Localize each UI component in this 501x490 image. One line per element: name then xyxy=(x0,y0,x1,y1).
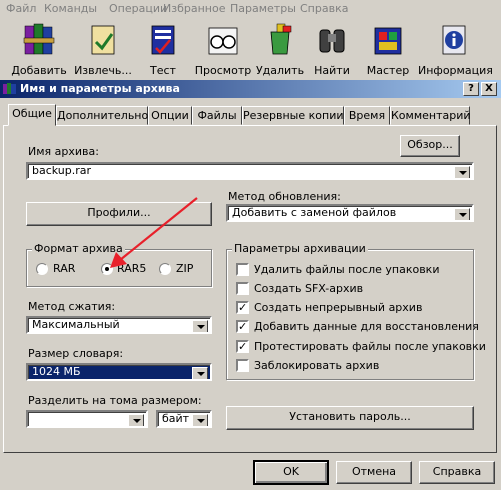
archive-name-dropdown[interactable] xyxy=(454,166,470,178)
ok-button[interactable]: OK xyxy=(253,460,329,485)
dictionary-dropdown[interactable] xyxy=(192,367,208,379)
split-unit-dropdown[interactable] xyxy=(192,414,208,426)
compression-select[interactable]: Максимальный xyxy=(26,316,212,334)
menu-options[interactable]: Параметры xyxy=(230,2,296,15)
dictionary-label: Размер словаря: xyxy=(28,347,124,360)
delete-after-checkbox[interactable] xyxy=(236,263,249,276)
recovery-label: Добавить данные для восстановления xyxy=(254,320,479,333)
split-unit-value: байт xyxy=(162,412,190,425)
toolbar-extract-button[interactable]: Извлечь... xyxy=(74,18,132,78)
menu-operations[interactable]: Операции xyxy=(109,2,167,15)
tab-files[interactable]: Файлы xyxy=(192,106,242,125)
recycle-bin-icon xyxy=(270,23,292,55)
split-size-dropdown[interactable] xyxy=(128,414,144,426)
dictionary-select[interactable]: 1024 МБ xyxy=(26,363,212,381)
test-after-checkbox[interactable]: ✓ xyxy=(236,340,249,353)
toolbar-info-button[interactable]: Информация xyxy=(418,18,493,78)
tab-time[interactable]: Время xyxy=(344,106,390,125)
compression-label: Метод сжатия: xyxy=(28,300,116,313)
set-password-button[interactable]: Установить пароль... xyxy=(226,406,474,430)
sfx-label: Создать SFX-архив xyxy=(254,282,364,295)
solid-label: Создать непрерывный архив xyxy=(254,301,423,314)
glasses-view-icon xyxy=(208,27,238,55)
folder-extract-icon xyxy=(91,25,115,55)
update-method-label: Метод обновления: xyxy=(228,190,341,203)
toolbar-extract-label: Извлечь... xyxy=(74,64,132,77)
toolbar-wizard-button[interactable]: Мастер xyxy=(364,18,412,78)
help-title-button[interactable]: ? xyxy=(463,82,479,96)
split-unit-select[interactable]: байт xyxy=(156,410,212,428)
toolbar-test-label: Тест xyxy=(150,64,176,77)
radio-rar[interactable] xyxy=(36,263,48,275)
toolbar-add-button[interactable]: Добавить xyxy=(11,18,67,78)
browse-button[interactable]: Обзор... xyxy=(400,135,460,157)
test-document-icon xyxy=(151,25,175,55)
toolbar-find-button[interactable]: Найти xyxy=(312,18,352,78)
menu-bar: Файл Команды Операции Избранное Параметр… xyxy=(0,0,501,17)
archive-app-icon xyxy=(3,83,16,94)
update-method-value: Добавить с заменой файлов xyxy=(232,206,397,219)
radio-rar-label: RAR xyxy=(53,262,76,275)
tab-options[interactable]: Опции xyxy=(148,106,192,125)
help-button[interactable]: Справка xyxy=(419,461,495,484)
dialog-title: Имя и параметры архива xyxy=(20,82,180,95)
lock-label: Заблокировать архив xyxy=(254,359,380,372)
archiving-params-label: Параметры архивации xyxy=(232,242,368,255)
tab-general[interactable]: Общие xyxy=(8,104,56,126)
info-icon xyxy=(442,25,466,55)
compression-dropdown[interactable] xyxy=(192,320,208,332)
tab-advanced[interactable]: Дополнительно xyxy=(56,106,148,125)
cancel-button[interactable]: Отмена xyxy=(336,461,412,484)
toolbar-info-label: Информация xyxy=(418,64,493,77)
close-button[interactable]: X xyxy=(481,82,497,96)
update-method-dropdown[interactable] xyxy=(454,208,470,220)
binoculars-icon xyxy=(319,29,345,53)
test-after-label: Протестировать файлы после упаковки xyxy=(254,340,486,353)
toolbar-delete-button[interactable]: Удалить xyxy=(256,18,304,78)
lock-checkbox[interactable] xyxy=(236,359,249,372)
books-archive-icon xyxy=(23,23,55,55)
toolbar-find-label: Найти xyxy=(314,64,350,77)
toolbar-wizard-label: Мастер xyxy=(366,64,410,77)
split-label: Разделить на тома размером: xyxy=(28,394,202,407)
solid-checkbox[interactable]: ✓ xyxy=(236,301,249,314)
delete-after-label: Удалить файлы после упаковки xyxy=(254,263,440,276)
menu-commands[interactable]: Команды xyxy=(44,2,97,15)
toolbar-add-label: Добавить xyxy=(11,64,67,77)
update-method-select[interactable]: Добавить с заменой файлов xyxy=(226,204,474,222)
recovery-checkbox[interactable]: ✓ xyxy=(236,320,249,333)
sfx-checkbox[interactable] xyxy=(236,282,249,295)
wizard-icon xyxy=(374,27,402,55)
archive-name-label: Имя архива: xyxy=(28,145,99,158)
compression-value: Максимальный xyxy=(32,318,120,331)
toolbar-test-button[interactable]: Тест xyxy=(140,18,186,78)
menu-favorites[interactable]: Избранное xyxy=(163,2,225,15)
archive-name-value: backup.rar xyxy=(32,164,92,177)
split-size-field[interactable] xyxy=(26,410,148,428)
menu-file[interactable]: Файл xyxy=(6,2,36,15)
toolbar-view-button[interactable]: Просмотр xyxy=(195,18,251,78)
archive-name-field[interactable]: backup.rar xyxy=(26,162,474,180)
tab-comment[interactable]: Комментарий xyxy=(390,106,471,125)
tab-backup[interactable]: Резервные копии xyxy=(242,106,344,125)
toolbar: Добавить Извлечь... Тест Просмотр Удалит… xyxy=(0,18,501,78)
dictionary-value: 1024 МБ xyxy=(32,365,81,378)
menu-help[interactable]: Справка xyxy=(300,2,348,15)
red-arrow-annotation xyxy=(110,197,198,268)
